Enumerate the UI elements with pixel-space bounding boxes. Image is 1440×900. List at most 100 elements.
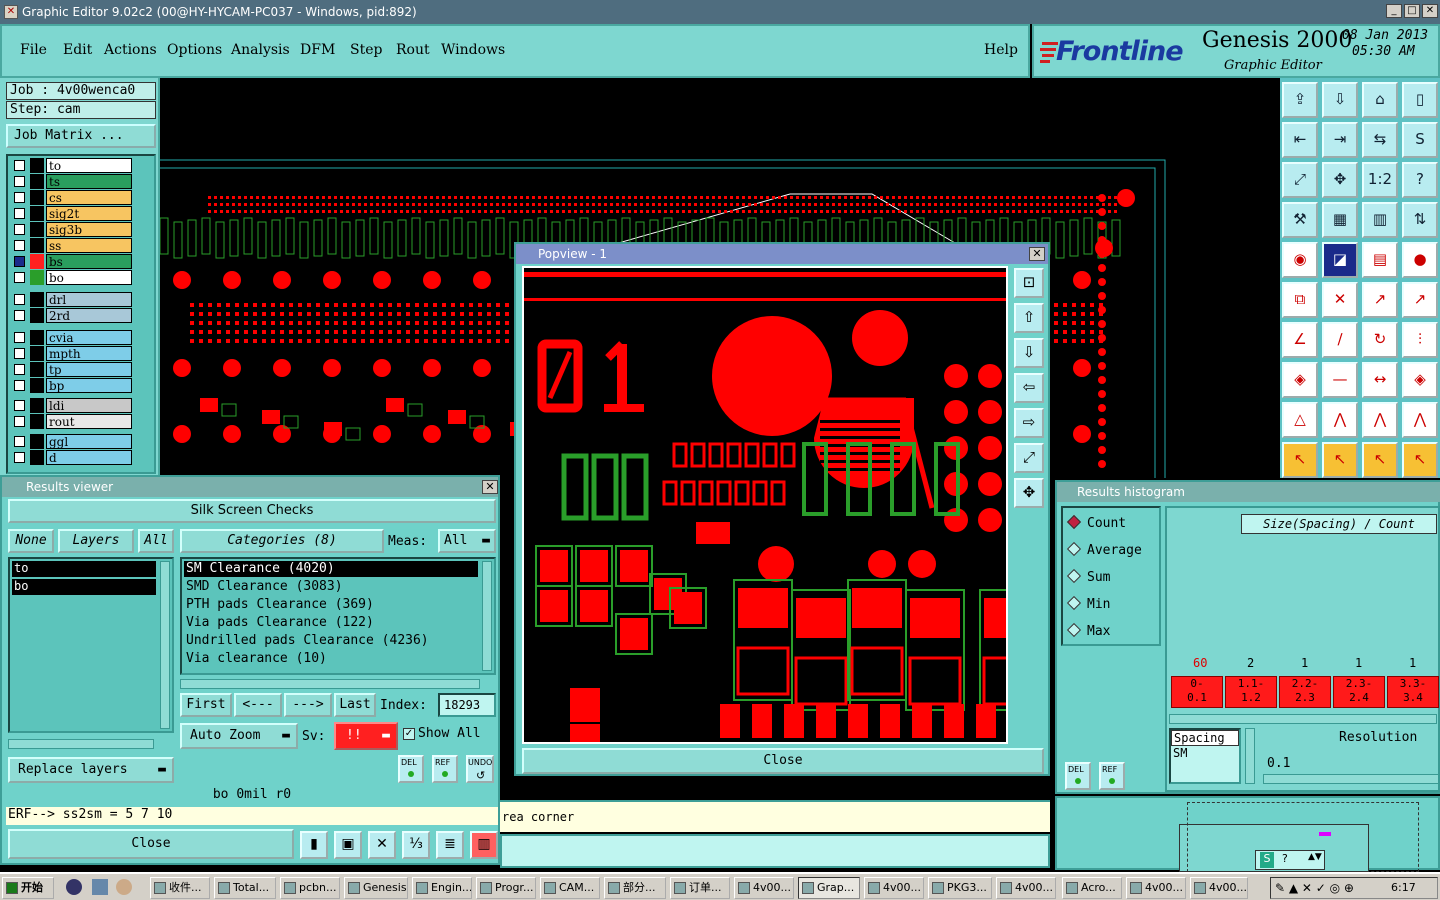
pv-right-icon[interactable]: ⇨ [1014, 408, 1044, 438]
angle-icon[interactable]: ⋀ [1362, 402, 1398, 438]
layer-name[interactable]: tp [46, 362, 132, 377]
prev-button[interactable]: <--- [234, 693, 282, 717]
scale-icon[interactable]: 1:2 [1362, 162, 1398, 198]
close-window-button[interactable]: ✕ [1422, 4, 1438, 18]
report-icon[interactable]: ≣ [436, 831, 464, 859]
taskbar-item[interactable]: 4v00... [996, 877, 1056, 899]
layer-name[interactable]: to [46, 158, 132, 173]
categories-hscrollbar[interactable] [180, 679, 480, 689]
fit-icon[interactable]: ⤢ [1282, 162, 1318, 198]
layer-checkbox[interactable] [14, 348, 25, 359]
layer-color-swatch[interactable] [30, 174, 44, 189]
layer-color-swatch[interactable] [30, 292, 44, 307]
layers-scrollbar[interactable] [160, 561, 170, 729]
layer-name[interactable]: ss [46, 238, 132, 253]
layer-color-swatch[interactable] [30, 450, 44, 465]
layer-name[interactable]: drl [46, 292, 132, 307]
layer-row-ts[interactable]: ts [12, 174, 152, 189]
layer-name[interactable]: ts [46, 174, 132, 189]
dim-icon[interactable]: ⋀ [1402, 402, 1438, 438]
ref-button[interactable]: REF [432, 755, 458, 783]
slope-icon[interactable]: ∠ [1282, 322, 1318, 358]
menu-options[interactable]: Options [167, 42, 222, 58]
pv-up-icon[interactable]: ⇧ [1014, 303, 1044, 333]
category-item[interactable]: SM Clearance (4020) [184, 561, 478, 577]
window-icon[interactable]: ▯ [1402, 82, 1438, 118]
histogram-option-sum[interactable]: Sum [1066, 568, 1110, 588]
layer-color-swatch[interactable] [30, 362, 44, 377]
taskbar-item[interactable]: Grap... [798, 877, 860, 899]
category-item[interactable]: Via pads Clearance (122) [184, 615, 478, 631]
layer-color-swatch[interactable] [30, 270, 44, 285]
save-icon[interactable]: ⇩ [1322, 82, 1358, 118]
overview-controls[interactable]: S ? ▲▼ [1255, 850, 1325, 870]
category-item[interactable]: PTH pads Clearance (369) [184, 597, 478, 613]
measure-icon[interactable]: ⚒ [1282, 202, 1318, 238]
categories-button[interactable]: Categories (8) [180, 529, 384, 553]
radio-diamond-icon[interactable] [1066, 595, 1082, 611]
layer-checkbox[interactable] [14, 224, 25, 235]
arrow-select-icon[interactable]: ↖ [1282, 442, 1318, 478]
layer-name[interactable]: sig3b [46, 222, 132, 237]
popview-canvas[interactable] [522, 266, 1008, 744]
job-matrix-button[interactable]: Job Matrix ... [6, 124, 156, 148]
layer-row-ldi[interactable]: ldi [12, 398, 152, 413]
next-button[interactable]: ---> [284, 693, 332, 717]
radio-diamond-icon[interactable] [1066, 622, 1082, 638]
layer-checkbox[interactable] [14, 208, 25, 219]
layer-row-sig2t[interactable]: sig2t [12, 206, 152, 221]
categories-scrollbar[interactable] [482, 561, 492, 671]
index-input[interactable]: 18293 [438, 693, 496, 717]
category-item[interactable]: Undrilled pads Clearance (4236) [184, 633, 478, 649]
layer-checkbox[interactable] [14, 240, 25, 251]
pv-down-icon[interactable]: ⇩ [1014, 338, 1044, 368]
display-icon[interactable]: ▥ [1362, 202, 1398, 238]
layers-button[interactable]: Layers [58, 529, 134, 553]
layer-name[interactable]: rout [46, 414, 132, 429]
pv-home-icon[interactable]: ✥ [1014, 478, 1044, 508]
pv-fit-icon[interactable]: ⤢ [1014, 443, 1044, 473]
move-icon[interactable]: ↗ [1362, 282, 1398, 318]
taskbar-item[interactable]: Progr... [476, 877, 536, 899]
severity-select[interactable]: !! ▬ [334, 722, 398, 750]
layer-name[interactable]: d [46, 450, 132, 465]
taskbar-item[interactable]: pcbn... [280, 877, 340, 899]
layer-color-swatch[interactable] [30, 238, 44, 253]
menu-edit[interactable]: Edit [63, 42, 92, 58]
overview-help-icon[interactable]: ? [1282, 852, 1288, 865]
layer-checkbox[interactable] [14, 364, 25, 375]
histogram-option-average[interactable]: Average [1066, 541, 1142, 561]
popview-close-icon[interactable]: ✕ [1029, 247, 1045, 261]
layer-color-swatch[interactable] [30, 434, 44, 449]
layer-row-sig3b[interactable]: sig3b [12, 222, 152, 237]
arrow-path-icon[interactable]: ↖ [1402, 442, 1438, 478]
layer-color-swatch[interactable] [30, 206, 44, 221]
center-icon[interactable]: ✥ [1322, 162, 1358, 198]
taskbar-item[interactable]: 收件... [150, 877, 210, 899]
histogram-hscrollbar[interactable] [1169, 714, 1437, 724]
marker-icon[interactable]: ▮ [300, 831, 328, 859]
histogram-icon[interactable]: ▥ [470, 831, 498, 859]
layer-checkbox[interactable] [14, 256, 25, 267]
quicklaunch-media-icon[interactable] [116, 879, 132, 895]
arrow-poly-icon[interactable]: ↖ [1362, 442, 1398, 478]
draw-line-icon[interactable]: ∕ [1322, 322, 1358, 358]
category-item[interactable]: Via clearance (10) [184, 651, 478, 667]
layer-name[interactable]: mpth [46, 346, 132, 361]
taskbar-item[interactable]: 4v00... [1126, 877, 1186, 899]
start-button[interactable]: 开始 [2, 877, 54, 899]
help-icon[interactable]: ? [1402, 162, 1438, 198]
taskbar-item[interactable]: 订单... [670, 877, 730, 899]
radio-diamond-icon[interactable] [1066, 541, 1082, 557]
layer-in-icon[interactable]: ⇤ [1282, 122, 1318, 158]
layer-name[interactable]: bs [46, 254, 132, 269]
layer-color-swatch[interactable] [30, 330, 44, 345]
none-button[interactable]: None [8, 529, 54, 553]
layer-row-mpth[interactable]: mpth [12, 346, 152, 361]
layer-name[interactable]: bo [46, 270, 132, 285]
histogram-bin[interactable]: 0- 0.1 [1171, 676, 1223, 708]
results-viewer-close-icon[interactable]: ✕ [482, 480, 498, 494]
taskbar-item[interactable]: 部分... [604, 877, 666, 899]
layer-row-cs[interactable]: cs [12, 190, 152, 205]
dot-icon[interactable]: ● [1402, 242, 1438, 278]
